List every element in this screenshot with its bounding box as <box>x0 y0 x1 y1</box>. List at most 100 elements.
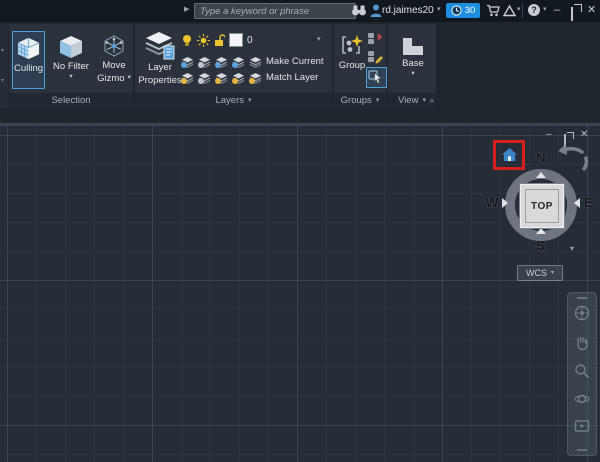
wcs-chevron-down-icon: ▾ <box>551 270 554 276</box>
group-icon <box>340 34 364 58</box>
layer-tools-row-2: Match Layer <box>181 71 318 83</box>
app-store-chevron-down-icon[interactable]: ▾ <box>517 6 521 13</box>
viewcube-roll-arrow-icon[interactable] <box>554 142 592 176</box>
cropped-chevron-down-icon: ▾ <box>1 48 4 54</box>
viewcube-top-label: TOP <box>525 189 559 223</box>
group-button[interactable]: Group <box>336 31 368 89</box>
viewcube-rotate-up-icon[interactable] <box>536 172 546 178</box>
window-restore-button[interactable] <box>571 7 573 21</box>
doc-minimize-button[interactable]: – <box>546 130 552 140</box>
base-label: Base <box>402 58 424 69</box>
match-layer-label[interactable]: Match Layer <box>266 72 318 83</box>
search-expand-icon[interactable]: ▶ <box>184 6 189 13</box>
ribbon: ▾ ▾ Culling No Fi <box>0 22 600 123</box>
store-cart-icon[interactable] <box>486 4 500 22</box>
layer-freeze-icon[interactable] <box>215 55 228 67</box>
layers-panel-chevron-down-icon: ▾ <box>248 97 252 104</box>
layer-combo-chevron-down-icon[interactable]: ▾ <box>317 36 321 43</box>
make-current-label[interactable]: Make Current <box>266 56 324 67</box>
user-menu-chevron-down-icon[interactable]: ▾ <box>437 6 441 13</box>
groups-panel-chevron-down-icon: ▾ <box>376 97 380 104</box>
title-bar: ▶ rd.jaimes20 ▾ 30 ▾ ? ▾ – ✕ <box>0 0 600 22</box>
ribbon-overflow-icon[interactable]: » <box>430 96 434 105</box>
drawing-canvas[interactable]: – ✕ N S W E TOP ▾ <box>0 126 600 462</box>
view-panel-label[interactable]: View ▾ » <box>388 93 436 108</box>
layer-on-bulb-icon[interactable] <box>181 34 193 47</box>
make-current-icon[interactable] <box>249 55 262 67</box>
user-icon[interactable] <box>370 4 382 22</box>
no-filter-cube-icon <box>58 35 84 59</box>
base-view-icon <box>401 36 425 56</box>
layer-state-row: 0 <box>181 33 253 47</box>
move-gizmo-button[interactable]: Move Gizmo ▾ <box>95 31 133 95</box>
viewcube-home-icon[interactable] <box>502 148 517 162</box>
layer-turn-on-icon[interactable] <box>181 71 194 83</box>
viewcube-west[interactable]: W <box>486 196 498 210</box>
base-button[interactable]: Base ▾ <box>395 33 431 93</box>
selection-panel-label[interactable]: Selection <box>9 93 133 108</box>
window-close-button[interactable]: ✕ <box>587 4 596 16</box>
layer-properties-button[interactable]: Layer Properties <box>139 31 181 95</box>
autocad-window: ▶ rd.jaimes20 ▾ 30 ▾ ? ▾ – ✕ ▾ ▾ <box>0 0 600 462</box>
trial-days-count: 30 <box>465 5 476 16</box>
wcs-dropdown[interactable]: WCS ▾ <box>517 265 563 281</box>
orbit-icon[interactable] <box>574 391 590 412</box>
app-store-triangle-icon[interactable] <box>503 4 516 22</box>
navbar-grip-handle[interactable] <box>577 297 587 299</box>
group-selection-toggle-icon[interactable] <box>366 67 387 88</box>
layer-unlock-all-icon[interactable] <box>232 71 245 83</box>
layer-unlock-icon[interactable] <box>214 34 225 47</box>
search-input[interactable] <box>194 3 356 19</box>
group-edit-icon[interactable] <box>367 49 383 64</box>
layer-freeze-sun-icon[interactable] <box>197 34 210 47</box>
search-binoculars-icon[interactable] <box>351 4 367 22</box>
match-layer-icon[interactable] <box>249 71 262 83</box>
move-gizmo-label-line1: Move <box>102 60 125 71</box>
no-filter-button[interactable]: No Filter ▾ <box>47 31 95 93</box>
base-chevron-down-icon[interactable]: ▾ <box>411 71 414 78</box>
window-minimize-button[interactable]: – <box>554 4 560 16</box>
doc-close-button[interactable]: ✕ <box>580 130 588 140</box>
navbar-menu-handle[interactable] <box>577 449 587 451</box>
viewcube-rotate-down-icon[interactable] <box>536 228 546 234</box>
panel-layers: Layer Properties 0 ▾ Make Current <box>135 24 332 108</box>
wcs-label: WCS <box>526 268 547 278</box>
pan-hand-icon[interactable] <box>574 335 590 356</box>
current-layer-name[interactable]: 0 <box>247 35 253 46</box>
navigation-bar[interactable] <box>567 292 597 456</box>
ungroup-icon[interactable] <box>367 31 383 46</box>
viewcube-east[interactable]: E <box>584 196 593 210</box>
no-filter-label: No Filter <box>53 61 89 72</box>
layer-properties-icon <box>145 32 175 60</box>
zoom-magnifier-icon[interactable] <box>574 363 590 384</box>
viewcube-menu-chevron-down-icon[interactable]: ▾ <box>570 245 574 253</box>
layer-properties-label-line1: Layer <box>148 62 172 73</box>
viewcube-top-face[interactable]: TOP <box>520 184 564 228</box>
no-filter-chevron-down-icon[interactable]: ▾ <box>69 74 72 81</box>
viewcube-rotate-west-icon[interactable] <box>502 198 508 208</box>
layer-unisolate-icon[interactable] <box>198 71 211 83</box>
layer-off-icon[interactable] <box>181 55 194 67</box>
trial-countdown-badge[interactable]: 30 <box>446 3 480 18</box>
view-panel-chevron-down-icon: ▾ <box>422 97 426 104</box>
navigation-wheel-icon[interactable] <box>574 305 590 326</box>
panel-groups: Group Groups ▾ <box>334 24 386 108</box>
culling-button[interactable]: Culling <box>12 31 45 89</box>
groups-panel-label[interactable]: Groups ▾ <box>334 93 386 108</box>
layer-color-swatch[interactable] <box>229 33 243 47</box>
viewcube-rotate-east-icon[interactable] <box>574 198 580 208</box>
group-label: Group <box>339 60 365 71</box>
show-motion-icon[interactable] <box>574 419 590 438</box>
viewcube-south[interactable]: S <box>536 239 545 253</box>
viewcube-north[interactable]: N <box>536 151 545 165</box>
layers-panel-label[interactable]: Layers ▾ <box>135 93 332 108</box>
layer-thaw-icon[interactable] <box>215 71 228 83</box>
move-gizmo-chevron-down-icon[interactable]: ▾ <box>128 75 131 82</box>
layer-isolate-icon[interactable] <box>198 55 211 67</box>
username-label[interactable]: rd.jaimes20 <box>382 5 434 16</box>
layer-lock-icon[interactable] <box>232 55 245 67</box>
help-chevron-down-icon[interactable]: ▾ <box>543 6 547 13</box>
culling-label: Culling <box>14 63 43 74</box>
panel-selection: Culling No Filter ▾ Move <box>9 24 133 108</box>
help-icon[interactable]: ? <box>528 4 540 16</box>
